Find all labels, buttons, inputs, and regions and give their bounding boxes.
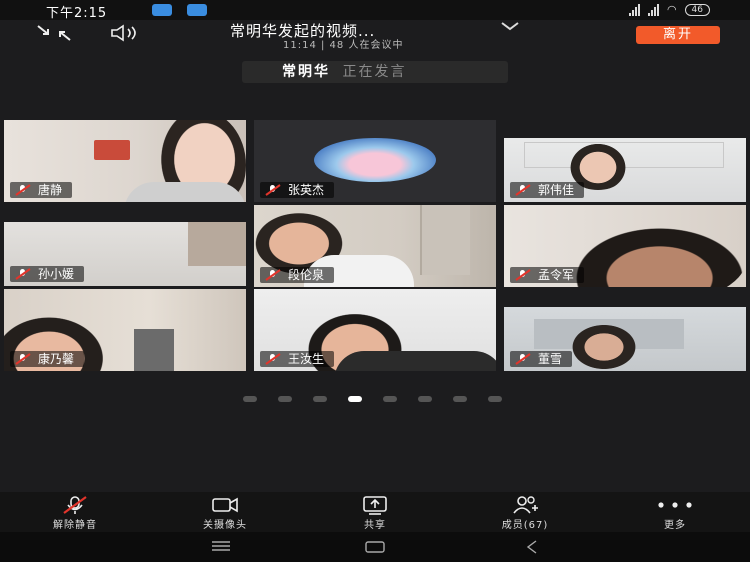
participant-name: 张英杰 — [288, 183, 325, 197]
active-speaker-banner: 常明华 正在发言 — [242, 61, 508, 83]
camera-off-button[interactable]: 关摄像头 — [170, 494, 280, 531]
screen-share-icon — [320, 494, 430, 516]
camera-off-label: 关摄像头 — [203, 520, 247, 531]
battery-indicator: 46 — [684, 3, 710, 16]
share-label: 共享 — [364, 520, 386, 531]
speaker-icon[interactable] — [110, 24, 150, 46]
unmute-button[interactable]: 解除静音 — [20, 494, 130, 531]
page-dot[interactable] — [278, 396, 292, 402]
signal-icon — [628, 3, 640, 16]
page-dot[interactable] — [418, 396, 432, 402]
muted-mic-icon — [514, 184, 532, 196]
page-dot[interactable] — [313, 396, 327, 402]
status-bar: 下午2:15 ◠ 46 — [0, 0, 750, 21]
page-dot[interactable] — [383, 396, 397, 402]
wifi-icon: ◠ — [666, 3, 677, 16]
menu-icon[interactable] — [210, 540, 232, 556]
participant-label: 唐静 — [10, 182, 73, 198]
video-tile[interactable]: 孙小媛 — [4, 222, 246, 286]
muted-mic-icon — [14, 353, 32, 365]
meeting-toolbar: 解除静音 关摄像头 共享 成员(67) 更多 — [0, 492, 750, 532]
active-speaker-name: 常明华 — [282, 64, 330, 80]
notification-icon — [152, 4, 172, 16]
members-button[interactable]: 成员(67) — [470, 494, 580, 531]
participant-label: 康乃馨 — [10, 351, 85, 367]
page-dot[interactable] — [243, 396, 257, 402]
muted-mic-icon — [514, 353, 532, 365]
participant-label: 张英杰 — [260, 182, 335, 198]
minimize-icon[interactable] — [36, 24, 72, 46]
participant-name: 王汝生 — [288, 352, 325, 366]
back-icon[interactable] — [524, 539, 540, 559]
participant-name: 孟令军 — [538, 268, 575, 282]
status-indicators: ◠ 46 — [628, 3, 710, 16]
video-tile[interactable]: 董雪 — [504, 307, 746, 371]
signal-icon — [647, 3, 659, 16]
participant-label: 段伦泉 — [260, 267, 335, 283]
muted-mic-icon — [14, 184, 32, 196]
status-time: 下午2:15 — [46, 6, 108, 21]
muted-mic-icon — [514, 269, 532, 281]
more-dots-icon — [620, 494, 730, 516]
muted-mic-icon — [20, 494, 130, 516]
video-tile[interactable]: 郭伟佳 — [504, 138, 746, 202]
more-button[interactable]: 更多 — [620, 494, 730, 531]
participant-name: 康乃馨 — [38, 352, 75, 366]
muted-mic-icon — [14, 268, 32, 280]
add-member-icon — [470, 494, 580, 516]
page-indicator[interactable] — [243, 396, 502, 402]
participant-label: 孙小媛 — [10, 266, 85, 282]
video-tile[interactable]: 唐静 — [4, 120, 246, 202]
active-speaker-status: 正在发言 — [342, 64, 407, 80]
notification-icon — [187, 4, 207, 16]
participant-label: 董雪 — [510, 351, 573, 367]
leave-button[interactable]: 离开 — [636, 26, 720, 44]
page-dot[interactable] — [488, 396, 502, 402]
participant-name: 孙小媛 — [38, 267, 75, 281]
participant-name: 郭伟佳 — [538, 183, 575, 197]
muted-mic-icon — [264, 184, 282, 196]
video-camera-icon — [170, 494, 280, 516]
participant-name: 唐静 — [38, 183, 63, 197]
participant-name: 董雪 — [538, 352, 563, 366]
participant-label: 郭伟佳 — [510, 182, 585, 198]
system-nav-bar — [0, 532, 750, 562]
muted-mic-icon — [264, 269, 282, 281]
unmute-label: 解除静音 — [53, 520, 97, 531]
participant-name: 段伦泉 — [288, 268, 325, 282]
video-tile[interactable]: 孟令军 — [504, 205, 746, 287]
video-tile[interactable]: 段伦泉 — [254, 205, 496, 287]
home-icon[interactable] — [364, 540, 386, 558]
avatar — [314, 138, 436, 182]
participant-label: 王汝生 — [260, 351, 335, 367]
page-dot-active[interactable] — [348, 396, 362, 402]
members-label: 成员(67) — [501, 520, 549, 531]
chevron-down-icon[interactable] — [500, 20, 520, 36]
muted-mic-icon — [264, 353, 282, 365]
video-tile[interactable]: 张英杰 — [254, 120, 496, 202]
page-dot[interactable] — [453, 396, 467, 402]
meeting-header: 常明华发起的视频... 11:14 | 48 人在会议中 离开 — [0, 20, 750, 52]
participant-label: 孟令军 — [510, 267, 585, 283]
share-button[interactable]: 共享 — [320, 494, 430, 531]
meeting-subtitle: 11:14 | 48 人在会议中 — [283, 40, 404, 51]
more-label: 更多 — [664, 520, 686, 531]
video-tile[interactable]: 王汝生 — [254, 289, 496, 371]
video-tile[interactable]: 康乃馨 — [4, 289, 246, 371]
